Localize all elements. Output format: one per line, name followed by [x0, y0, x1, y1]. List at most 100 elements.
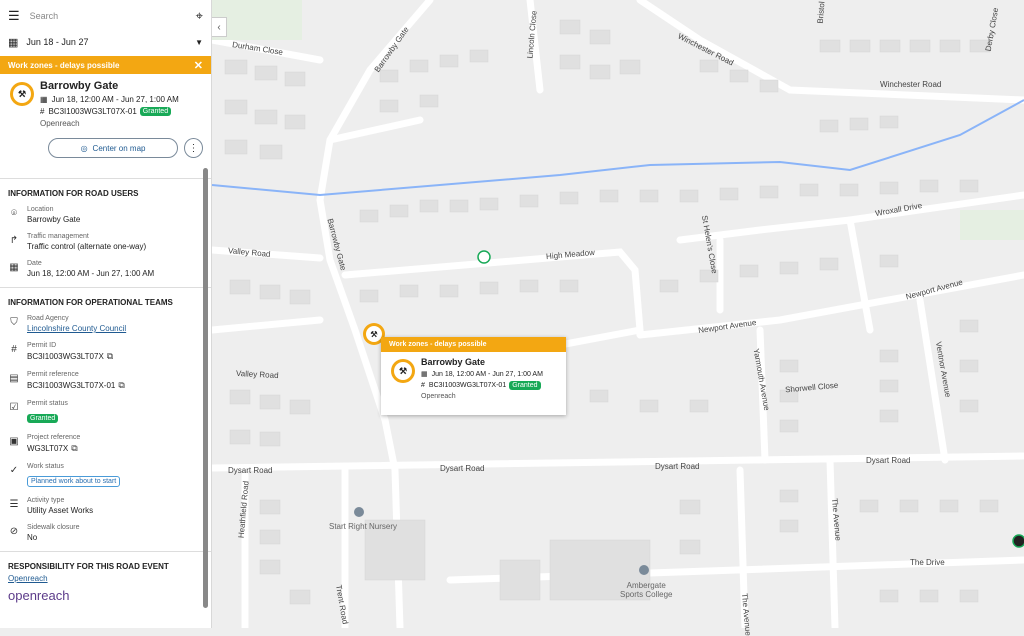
traffic-value: Traffic control (alternate one-way) — [27, 242, 147, 251]
copy-icon[interactable]: ⧉ — [107, 351, 113, 362]
no-pedestrian-icon: ⊘ — [9, 525, 19, 537]
calendar-icon: ▦ — [8, 36, 19, 49]
work-status-badge: Planned work about to start — [27, 476, 121, 487]
permit-id-value-row: BC3I1003WG3LT07X ⧉ — [27, 351, 113, 362]
responsibility-org-link[interactable]: Openreach — [0, 574, 211, 583]
date-range-label: Jun 18 - Jun 27 — [26, 37, 89, 47]
road-users-section-title: INFORMATION FOR ROAD USERS — [8, 189, 139, 198]
agency-row: ⛉ Road Agency Lincolnshire County Counci… — [0, 315, 211, 333]
shield-icon: ⛉ — [10, 316, 18, 328]
briefcase-icon: ▣ — [9, 435, 19, 447]
date-range-selector[interactable]: ▦ Jun 18 - Jun 27 ▼ — [0, 32, 211, 52]
label-dysart-road-3: Dysart Road — [655, 462, 700, 471]
permit-status-label: Permit status — [27, 400, 68, 407]
collapse-sidebar-button[interactable]: ‹ — [212, 17, 227, 37]
label-dysart-road-4: Dysart Road — [866, 456, 911, 465]
sidewalk-label: Sidewalk closure — [27, 524, 80, 531]
center-on-map-button[interactable]: ◎ Center on map — [48, 138, 179, 158]
work-status-row: ✓ Work status Planned work about to star… — [0, 463, 211, 488]
chevron-left-icon: ‹ — [217, 21, 221, 33]
responsibility-section-title: RESPONSIBILITY FOR THIS ROAD EVENT — [8, 562, 169, 571]
location-label: Location — [27, 206, 54, 213]
label-bristol: Bristol — [815, 1, 827, 24]
label-the-drive: The Drive — [910, 558, 945, 567]
popup-status-badge: Granted — [509, 381, 541, 390]
label-start-right-nursery: Start Right Nursery — [329, 522, 398, 531]
roadworks-marker-icon: ⚒ — [366, 326, 382, 342]
popup-permit: BC3I1003WG3LT07X-01 — [428, 382, 507, 389]
label-ambergate-sports-college: Ambergate Sports College — [620, 581, 673, 599]
calendar-icon: ▦ — [40, 95, 48, 104]
divider — [0, 551, 211, 552]
event-datetime-row: ▦ Jun 18, 12:00 AM - Jun 27, 1:00 AM — [40, 95, 203, 104]
project-ref-value: WG3LT07X — [27, 444, 69, 453]
traffic-row: ↱ Traffic management Traffic control (al… — [0, 233, 211, 251]
work-status-label: Work status — [27, 463, 64, 470]
date-value: Jun 18, 12:00 AM - Jun 27, 1:00 AM — [27, 269, 155, 278]
label-dysart-road-1: Dysart Road — [228, 466, 273, 475]
permit-status-badge: Granted — [27, 414, 59, 423]
permit-status-row: ☑ Permit status Granted — [0, 400, 211, 425]
sidebar-scrollbar[interactable] — [203, 168, 208, 608]
label-dysart-road-2: Dysart Road — [440, 464, 485, 473]
calendar-icon: ▦ — [9, 261, 19, 273]
permit-ref-label: Permit reference — [27, 371, 79, 378]
location-value: Barrowby Gate — [27, 215, 81, 224]
menu-icon[interactable]: ☰ — [8, 8, 20, 24]
work-zone-banner: Work zones - delays possible ✕ — [0, 56, 211, 74]
more-options-button[interactable]: ⋮ — [184, 138, 203, 158]
center-on-map-label: Center on map — [92, 143, 146, 153]
location-row: ⌾ Location Barrowby Gate — [0, 206, 211, 224]
hash-icon: # — [421, 382, 425, 389]
document-icon: ▤ — [9, 372, 19, 384]
sidewalk-value: No — [27, 533, 38, 542]
popup-event-logo: ⚒ — [391, 359, 415, 383]
op-teams-section-title: INFORMATION FOR OPERATIONAL TEAMS — [8, 298, 173, 307]
project-ref-label: Project reference — [27, 434, 81, 441]
checkbox-icon: ☑ — [9, 401, 19, 413]
search-input[interactable]: Search — [30, 11, 196, 21]
project-ref-value-row: WG3LT07X ⧉ — [27, 443, 80, 454]
search-bar: ☰ Search ⌖ — [0, 0, 211, 32]
event-org: Openreach — [40, 119, 80, 128]
roadworks-icon: ⚒ — [13, 85, 31, 103]
close-icon[interactable]: ✕ — [194, 59, 203, 72]
popup-title: Barrowby Gate — [421, 357, 486, 367]
event-title: Barrowby Gate — [40, 80, 119, 92]
permit-id-row: # Permit ID BC3I1003WG3LT07X ⧉ — [0, 342, 211, 362]
target-icon: ◎ — [80, 143, 88, 153]
status-badge: Granted — [139, 107, 172, 116]
activity-label: Activity type — [27, 497, 65, 504]
list-icon: ☰ — [9, 498, 19, 510]
event-logo: ⚒ — [10, 82, 34, 106]
activity-row: ☰ Activity type Utility Asset Works — [0, 497, 211, 515]
copy-icon[interactable]: ⧉ — [71, 443, 77, 454]
divider — [0, 178, 211, 179]
more-vertical-icon: ⋮ — [188, 142, 199, 154]
traffic-arrows-icon: ↱ — [9, 234, 19, 246]
banner-text: Work zones - delays possible — [8, 60, 120, 70]
locate-icon[interactable]: ⌖ — [196, 8, 203, 24]
permit-ref-value: BC3I1003WG3LT07X-01 — [27, 381, 116, 390]
permit-ref-value-row: BC3I1003WG3LT07X-01 ⧉ — [27, 380, 125, 391]
sidewalk-row: ⊘ Sidewalk closure No — [0, 524, 211, 542]
divider — [0, 287, 211, 288]
event-permit-row: # BC3I1003WG3LT07X-01 Granted — [40, 107, 203, 116]
hash-icon: # — [11, 343, 17, 355]
hash-icon: # — [40, 107, 45, 116]
agency-link[interactable]: Lincolnshire County Council — [27, 324, 126, 333]
copy-icon[interactable]: ⧉ — [118, 380, 124, 391]
activity-value: Utility Asset Works — [27, 506, 94, 515]
permit-id-label: Permit ID — [27, 342, 57, 349]
check-circle-icon: ✓ — [9, 464, 19, 476]
popup-datetime: Jun 18, 12:00 AM - Jun 27, 1:00 AM — [431, 370, 543, 378]
openreach-logo: openreach — [8, 588, 70, 603]
popup-datetime-row: ▦ Jun 18, 12:00 AM - Jun 27, 1:00 AM — [421, 370, 566, 379]
roadworks-icon: ⚒ — [394, 362, 412, 380]
event-actions: ◎ Center on map ⋮ — [48, 138, 203, 158]
label-winchester-road-2: Winchester Road — [880, 80, 942, 89]
popup-banner: Work zones - delays possible — [381, 337, 566, 352]
event-popup[interactable]: Work zones - delays possible ⚒ Barrowby … — [381, 337, 566, 415]
event-permit: BC3I1003WG3LT07X-01 — [48, 107, 137, 116]
permit-ref-row: ▤ Permit reference BC3I1003WG3LT07X-01 ⧉ — [0, 371, 211, 391]
